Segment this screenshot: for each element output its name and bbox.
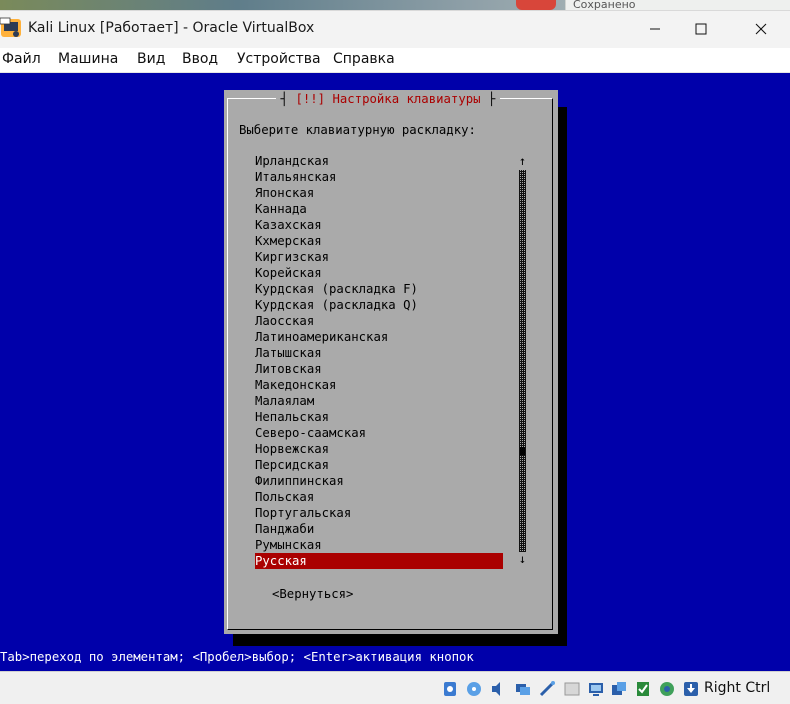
layout-option[interactable]: Лаосская xyxy=(255,313,503,329)
layout-option[interactable]: Португальская xyxy=(255,505,503,521)
usb-icon[interactable] xyxy=(538,680,556,698)
close-icon xyxy=(755,23,767,35)
layout-option[interactable]: Корейская xyxy=(255,265,503,281)
desktop-partial-tab: Сохранено xyxy=(565,0,790,10)
menu-help[interactable]: Справка xyxy=(333,51,395,67)
mouse-integration-icon[interactable] xyxy=(634,680,652,698)
recording-icon[interactable] xyxy=(610,680,628,698)
layout-option[interactable]: Итальянская xyxy=(255,169,503,185)
layout-option[interactable]: Норвежская xyxy=(255,441,503,457)
scrollbar-track[interactable] xyxy=(519,170,526,552)
keyboard-icon[interactable] xyxy=(682,680,700,698)
layout-option[interactable]: Филиппинская xyxy=(255,473,503,489)
menu-machine[interactable]: Машина xyxy=(58,51,118,67)
layout-option[interactable]: Латиноамериканская xyxy=(255,329,503,345)
layout-option[interactable]: Курдская (раскладка Q) xyxy=(255,297,503,313)
optical-drive-icon[interactable] xyxy=(465,680,483,698)
desktop-app-icon xyxy=(516,0,556,10)
network-icon[interactable] xyxy=(514,680,532,698)
scroll-up-arrow[interactable]: ↑ xyxy=(517,154,528,168)
layout-option[interactable]: Курдская (раскладка F) xyxy=(255,281,503,297)
display-icon[interactable] xyxy=(587,680,605,698)
minimize-icon xyxy=(650,28,660,30)
layout-option[interactable]: Латышская xyxy=(255,345,503,361)
layout-option[interactable]: Литовская xyxy=(255,361,503,377)
layout-option[interactable]: Каннада xyxy=(255,201,503,217)
maximize-button[interactable] xyxy=(678,11,724,49)
layout-option[interactable]: Казахская xyxy=(255,217,503,233)
audio-icon[interactable] xyxy=(489,680,507,698)
layout-option[interactable]: Ирландская xyxy=(255,153,503,169)
layout-option[interactable]: Русская xyxy=(255,553,503,569)
minimize-button[interactable] xyxy=(632,11,678,49)
shared-folders-icon[interactable] xyxy=(563,680,581,698)
scroll-down-arrow[interactable]: ↓ xyxy=(517,552,528,566)
layout-option[interactable]: Польская xyxy=(255,489,503,505)
menu-view[interactable]: Вид xyxy=(137,51,165,67)
back-button[interactable]: <Вернуться> xyxy=(272,587,353,601)
maximize-icon xyxy=(695,23,707,35)
window-title: Kali Linux [Работает] - Oracle VirtualBo… xyxy=(28,20,315,36)
scrollbar-thumb[interactable] xyxy=(520,447,525,455)
virtualbox-app-icon xyxy=(0,16,22,40)
layout-option[interactable]: Кхмерская xyxy=(255,233,503,249)
layout-option[interactable]: Македонская xyxy=(255,377,503,393)
vm-status-bar: Right Ctrl xyxy=(0,671,790,704)
layout-option[interactable]: Северо-саамская xyxy=(255,425,503,441)
layout-prompt: Выберите клавиатурную раскладку: xyxy=(239,123,476,137)
layout-option[interactable]: Малаялам xyxy=(255,393,503,409)
menu-devices[interactable]: Устройства xyxy=(237,51,321,67)
hdd-icon[interactable] xyxy=(441,680,459,698)
layout-option[interactable]: Киргизская xyxy=(255,249,503,265)
menu-input[interactable]: Ввод xyxy=(182,51,218,67)
menu-file[interactable]: Файл xyxy=(2,51,41,67)
cpu-icon[interactable] xyxy=(658,680,676,698)
layout-list[interactable]: Ирландская Итальянская Японская Каннада Каза… xyxy=(255,153,503,569)
close-button[interactable] xyxy=(738,11,784,49)
layout-option[interactable]: Японская xyxy=(255,185,503,201)
menu-bar: Файл Машина Вид Ввод Устройства Справка xyxy=(0,48,790,73)
dialog-title: ┤ [!!] Настройка клавиатуры ├ xyxy=(276,90,500,108)
title-bar: Kali Linux [Работает] - Oracle VirtualBo… xyxy=(0,10,790,49)
keyboard-config-dialog: ┤ [!!] Настройка клавиатуры ├ Выберите к… xyxy=(224,90,558,634)
layout-option[interactable]: Румынская xyxy=(255,537,503,553)
layout-option[interactable]: Персидская xyxy=(255,457,503,473)
host-key-label: Right Ctrl xyxy=(704,680,771,696)
layout-option[interactable]: Панджаби xyxy=(255,521,503,537)
installer-help-line: Tab>переход по элементам; <Пробел>выбор;… xyxy=(0,650,474,664)
layout-option[interactable]: Непальская xyxy=(255,409,503,425)
